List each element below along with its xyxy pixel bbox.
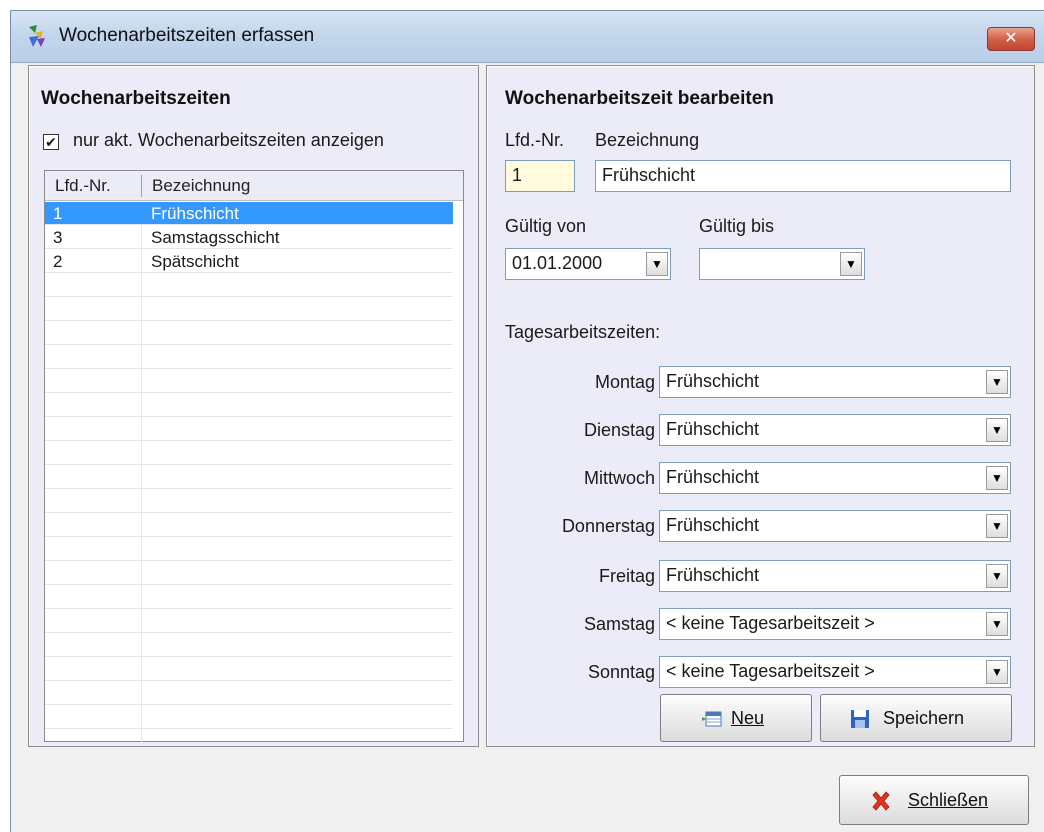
row-name: Spätschicht [151, 252, 239, 271]
list-panel: Wochenarbeitszeiten ✔ nur akt. Wochenarb… [28, 65, 479, 747]
app-icon [29, 25, 45, 47]
table-row[interactable]: 1 Frühschicht [45, 202, 453, 225]
close-button[interactable]: ✕ [987, 27, 1035, 51]
new-record-icon [702, 711, 722, 727]
day-select-value: Frühschicht [666, 565, 760, 585]
empty-row [45, 514, 453, 537]
empty-row [45, 274, 453, 297]
day-select-donnerstag[interactable]: Frühschicht ▼ [659, 510, 1011, 542]
empty-row [45, 370, 453, 393]
neu-button[interactable]: Neu [660, 694, 812, 742]
day-select-value: Frühschicht [666, 515, 760, 535]
row-nr: 2 [53, 252, 63, 271]
chevron-down-icon[interactable]: ▼ [986, 514, 1008, 538]
neu-button-label: Neu [731, 708, 765, 728]
speichern-button-label: Speichern [883, 708, 965, 728]
table-row[interactable]: 3 Samstagsschicht [45, 226, 453, 249]
empty-row [45, 442, 453, 465]
gueltig-von-value: 01.01.2000 [512, 253, 603, 273]
close-icon: ✕ [1004, 30, 1018, 47]
empty-row [45, 706, 453, 729]
day-select-dienstag[interactable]: Frühschicht ▼ [659, 414, 1011, 446]
schliessen-button[interactable]: Schließen [839, 775, 1029, 825]
schliessen-button-label: Schließen [908, 790, 989, 810]
day-select-montag[interactable]: Frühschicht ▼ [659, 366, 1011, 398]
column-header-bezeichnung[interactable]: Bezeichnung [152, 176, 250, 196]
day-select-sonntag[interactable]: < keine Tagesarbeitszeit > ▼ [659, 656, 1011, 688]
edit-panel-title: Wochenarbeitszeit bearbeiten [505, 88, 774, 109]
empty-row [45, 634, 453, 657]
day-label-mittwoch: Mittwoch [583, 468, 655, 488]
day-label-dienstag: Dienstag [583, 420, 655, 440]
chevron-down-icon[interactable]: ▼ [986, 564, 1008, 588]
day-label-sonntag: Sonntag [587, 662, 655, 682]
header-separator [141, 175, 142, 197]
gueltig-von-datepicker[interactable]: 01.01.2000 ▼ [505, 248, 671, 280]
empty-row [45, 298, 453, 321]
window-title: Wochenarbeitszeiten erfassen [59, 25, 315, 46]
list-panel-title: Wochenarbeitszeiten [41, 88, 231, 109]
table-row[interactable]: 2 Spätschicht [45, 250, 453, 273]
day-label-montag: Montag [594, 372, 655, 392]
day-label-donnerstag: Donnerstag [561, 516, 655, 536]
tagesarbeitszeiten-label: Tagesarbeitszeiten: [505, 322, 661, 342]
row-name: Samstagsschicht [151, 228, 280, 247]
title-bar[interactable]: Wochenarbeitszeiten erfassen ✕ [11, 11, 1044, 63]
dialog-window: Wochenarbeitszeiten erfassen ✕ Wochenarb… [10, 10, 1044, 832]
chevron-down-icon[interactable]: ▼ [646, 252, 668, 276]
bezeichnung-label: Bezeichnung [595, 130, 700, 150]
active-only-checkbox[interactable]: ✔ [43, 134, 59, 150]
day-select-value: Frühschicht [666, 467, 760, 487]
empty-row [45, 586, 453, 609]
empty-row [45, 682, 453, 705]
empty-row [45, 418, 453, 441]
active-only-label: nur akt. Wochenarbeitszeiten anzeigen [73, 130, 384, 150]
empty-row [45, 466, 453, 489]
lfd-nr-label: Lfd.-Nr. [505, 130, 565, 150]
day-select-value: Frühschicht [666, 371, 760, 391]
chevron-down-icon[interactable]: ▼ [986, 370, 1008, 394]
empty-row [45, 610, 453, 633]
empty-row [45, 538, 453, 561]
empty-row [45, 658, 453, 681]
row-nr: 3 [53, 228, 63, 247]
bezeichnung-field[interactable]: Frühschicht [595, 160, 1011, 192]
empty-row [45, 562, 453, 585]
day-label-freitag: Freitag [598, 566, 655, 586]
day-select-value: < keine Tagesarbeitszeit > [666, 613, 875, 633]
weekly-times-table[interactable]: Lfd.-Nr. Bezeichnung 1 Frühschicht 3 Sam… [44, 170, 464, 742]
table-body: 1 Frühschicht 3 Samstagsschicht 2 Spätsc… [45, 202, 463, 742]
chevron-down-icon[interactable]: ▼ [986, 660, 1008, 684]
row-nr: 1 [53, 204, 63, 223]
close-x-icon [872, 791, 890, 811]
chevron-down-icon[interactable]: ▼ [986, 466, 1008, 490]
edit-panel: Wochenarbeitszeit bearbeiten Lfd.-Nr. Be… [486, 65, 1035, 747]
gueltig-bis-label: Gültig bis [699, 216, 775, 236]
day-select-mittwoch[interactable]: Frühschicht ▼ [659, 462, 1011, 494]
day-label-samstag: Samstag [583, 614, 655, 634]
day-select-freitag[interactable]: Frühschicht ▼ [659, 560, 1011, 592]
row-name: Frühschicht [151, 204, 239, 223]
lfd-nr-field[interactable]: 1 [505, 160, 575, 192]
empty-row [45, 394, 453, 417]
chevron-down-icon[interactable]: ▼ [986, 418, 1008, 442]
table-header: Lfd.-Nr. Bezeichnung [45, 171, 463, 201]
chevron-down-icon[interactable]: ▼ [986, 612, 1008, 636]
gueltig-von-label: Gültig von [505, 216, 587, 236]
gueltig-bis-datepicker[interactable]: ▼ [699, 248, 865, 280]
day-select-value: Frühschicht [666, 419, 760, 439]
save-disk-icon [851, 710, 869, 728]
day-select-samstag[interactable]: < keine Tagesarbeitszeit > ▼ [659, 608, 1011, 640]
day-select-value: < keine Tagesarbeitszeit > [666, 661, 875, 681]
chevron-down-icon[interactable]: ▼ [840, 252, 862, 276]
empty-row [45, 346, 453, 369]
empty-row [45, 322, 453, 345]
speichern-button[interactable]: Speichern [820, 694, 1012, 742]
column-header-nr[interactable]: Lfd.-Nr. [55, 176, 111, 196]
empty-row [45, 490, 453, 513]
